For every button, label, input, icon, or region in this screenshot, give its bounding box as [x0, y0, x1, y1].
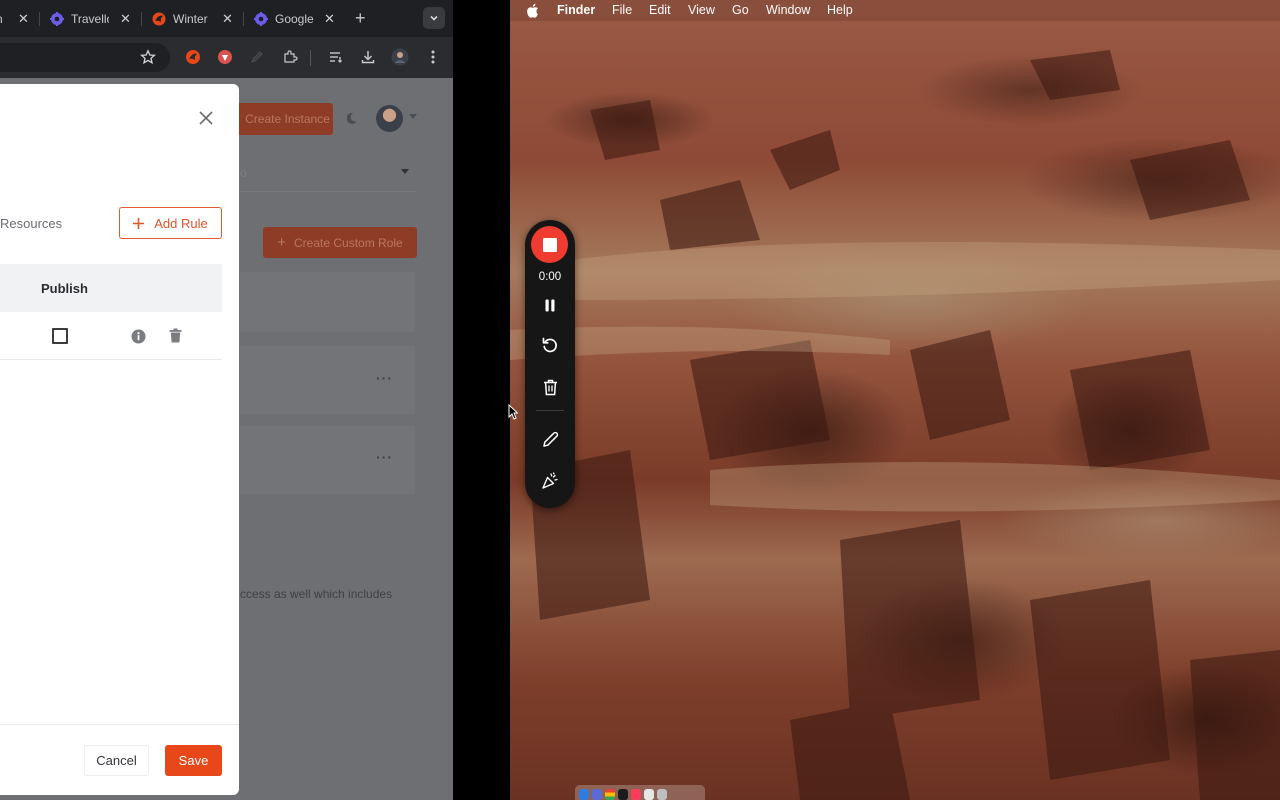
tab-title: Travello	[71, 12, 109, 26]
add-rule-button[interactable]: Add Rule	[119, 207, 222, 239]
caret-down-icon	[409, 114, 417, 119]
canyon-wallpaper	[510, 50, 1280, 800]
restart-button[interactable]	[538, 333, 562, 357]
macos-menubar: Finder File Edit View Go Window Help	[510, 0, 1280, 21]
tab-winter[interactable]: Winter ✕	[152, 6, 237, 32]
close-icon[interactable]: ✕	[120, 11, 131, 27]
add-rule-label: Add Rule	[154, 215, 208, 231]
close-icon[interactable]: ✕	[222, 11, 233, 27]
red-bird-icon	[152, 12, 166, 26]
mouse-cursor-icon	[508, 403, 519, 425]
extension-bird-icon[interactable]	[184, 48, 202, 66]
menu-file[interactable]: File	[612, 3, 632, 17]
extension-red-icon[interactable]	[216, 48, 234, 66]
browser-toolbar	[0, 37, 453, 78]
rules-table-header: Publish	[0, 264, 222, 312]
table-row	[0, 314, 222, 360]
download-icon[interactable]	[359, 48, 377, 66]
desktop-wallpaper	[510, 0, 1280, 800]
trash-icon	[543, 379, 557, 395]
menu-view[interactable]: View	[688, 3, 715, 17]
effects-button[interactable]	[538, 469, 562, 493]
avatar[interactable]	[376, 105, 403, 132]
more-vertical-icon[interactable]	[424, 48, 442, 66]
more-icon[interactable]: ···	[376, 449, 393, 465]
bookmark-star-icon[interactable]	[139, 48, 157, 66]
extensions-puzzle-icon[interactable]	[281, 48, 299, 66]
pen-extension-icon[interactable]	[248, 48, 266, 66]
tab-bar: n ✕ Travello ✕ Winter ✕	[0, 0, 453, 37]
close-icon[interactable]: ✕	[18, 11, 29, 27]
reading-list-icon[interactable]	[327, 48, 345, 66]
music-app-icon[interactable]	[631, 789, 641, 800]
create-instance-button[interactable]: Create Instance	[232, 103, 333, 135]
browser-window: n ✕ Travello ✕ Winter ✕	[0, 0, 453, 800]
profile-avatar-icon[interactable]	[391, 48, 409, 66]
close-icon[interactable]	[197, 109, 215, 127]
restart-icon	[542, 337, 557, 353]
moon-icon[interactable]	[346, 111, 361, 130]
delete-recording-button[interactable]	[538, 375, 562, 399]
draw-button[interactable]	[538, 427, 562, 451]
cancel-button[interactable]: Cancel	[84, 745, 149, 776]
purple-gear-icon	[50, 12, 64, 26]
menu-edit[interactable]: Edit	[649, 3, 671, 17]
tab-partial[interactable]: n ✕	[0, 6, 29, 32]
select-field[interactable]	[240, 150, 415, 192]
tab-search-button[interactable]	[423, 7, 445, 29]
tab-google[interactable]: Google ✕	[254, 6, 342, 32]
screen: n ✕ Travello ✕ Winter ✕	[0, 0, 1280, 800]
screen-recorder-toolbar: 0:00	[525, 220, 575, 508]
caret-down-icon	[401, 169, 409, 174]
create-custom-role-button[interactable]: + Create Custom Role	[263, 227, 417, 258]
terminal-app-icon[interactable]	[618, 789, 628, 800]
launchpad-app-icon[interactable]	[592, 789, 602, 800]
stop-recording-button[interactable]	[531, 226, 568, 263]
apple-logo-icon[interactable]	[526, 3, 540, 18]
toolbar-divider	[536, 410, 564, 411]
menu-window[interactable]: Window	[766, 3, 810, 17]
menu-help[interactable]: Help	[827, 3, 853, 17]
save-button[interactable]: Save	[165, 745, 222, 776]
new-tab-button[interactable]: +	[355, 8, 366, 28]
plus-icon: +	[277, 234, 287, 251]
publish-checkbox[interactable]	[52, 328, 68, 344]
more-icon[interactable]: ···	[376, 370, 393, 386]
finder-app-icon[interactable]	[579, 789, 589, 800]
recording-timer: 0:00	[538, 271, 562, 283]
close-icon[interactable]: ✕	[324, 11, 335, 27]
resources-input[interactable]: Resources	[0, 208, 110, 238]
chevron-down-icon	[430, 15, 438, 21]
trash-icon[interactable]	[169, 328, 182, 348]
modal-footer: Cancel Save	[0, 724, 239, 795]
chrome-app-icon[interactable]	[605, 789, 615, 800]
macos-dock	[575, 785, 705, 800]
purple-gear-icon	[254, 12, 268, 26]
trash-app-icon[interactable]	[657, 789, 667, 800]
column-publish: Publish	[41, 281, 88, 296]
pause-button[interactable]	[538, 293, 562, 317]
role-card	[240, 272, 415, 332]
tab-travello[interactable]: Travello ✕	[50, 6, 135, 32]
screen-gap	[453, 0, 510, 800]
confetti-icon	[542, 472, 558, 489]
tab-title: Winter	[173, 12, 208, 26]
info-icon[interactable]	[131, 329, 146, 349]
menu-finder[interactable]: Finder	[557, 3, 595, 17]
stop-icon	[542, 237, 557, 252]
document-app-icon[interactable]	[644, 789, 654, 800]
tab-title: Google	[275, 12, 314, 26]
add-rule-modal: Resources Add Rule Publish Cancel Save	[0, 84, 239, 795]
description-text: ccess as well which includes	[240, 587, 393, 601]
select-value: o	[240, 166, 247, 180]
menu-go[interactable]: Go	[732, 3, 749, 17]
pencil-icon	[542, 431, 558, 447]
create-custom-role-label: Create Custom Role	[294, 235, 403, 250]
plus-icon	[133, 217, 145, 229]
pause-icon	[545, 299, 555, 311]
